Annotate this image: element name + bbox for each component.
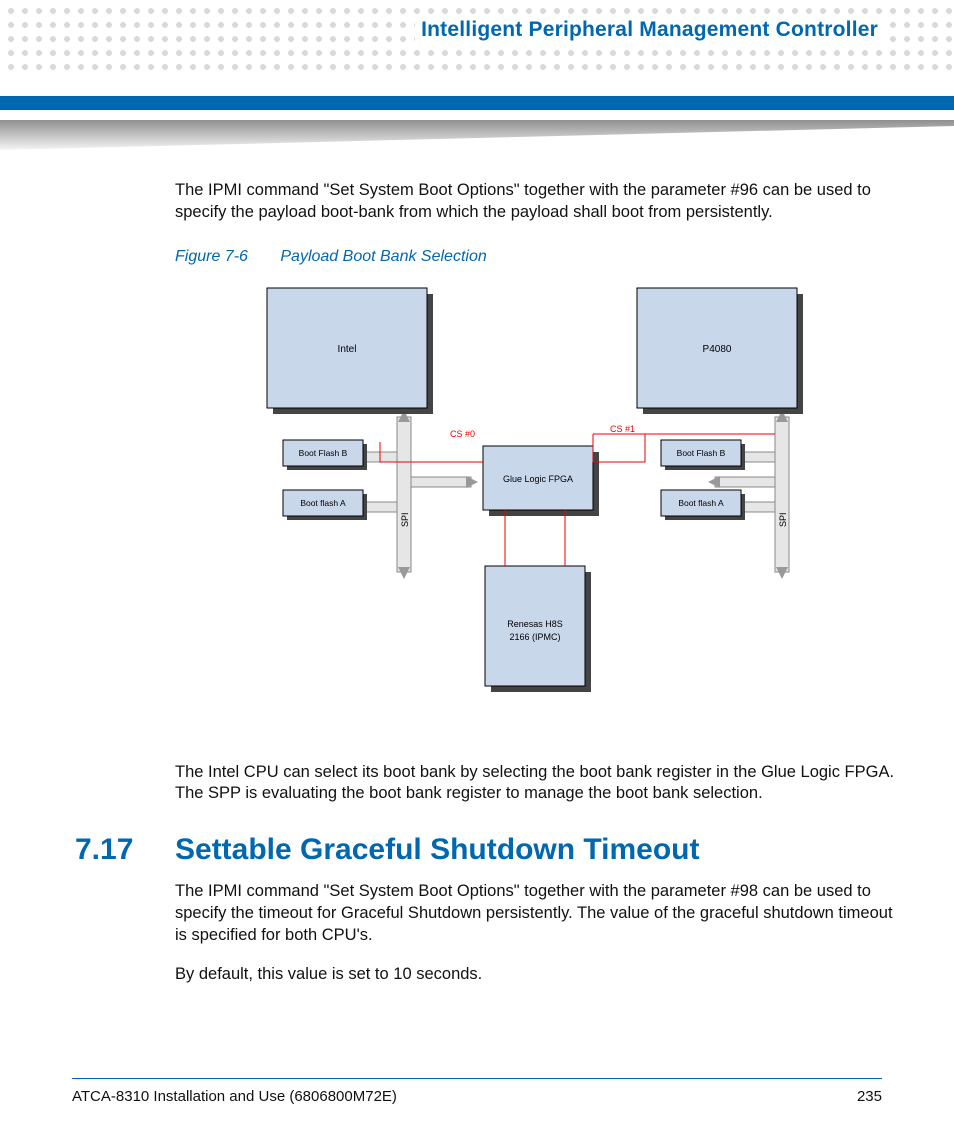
page-footer: ATCA-8310 Installation and Use (6806800M… bbox=[72, 1088, 882, 1105]
section-title: Settable Graceful Shutdown Timeout bbox=[175, 833, 700, 867]
boot-flash-b-right: Boot Flash B bbox=[677, 448, 726, 458]
paragraph: The IPMI command "Set System Boot Option… bbox=[175, 180, 895, 224]
boot-flash-b-left: Boot Flash B bbox=[299, 448, 348, 458]
glue-logic-label: Glue Logic FPGA bbox=[503, 474, 573, 484]
p4080-box-label: P4080 bbox=[703, 344, 732, 355]
cs0-label: CS #0 bbox=[450, 429, 475, 439]
renesas-label-1: Renesas H8S bbox=[507, 619, 563, 629]
header-wedge bbox=[0, 120, 954, 150]
paragraph: By default, this value is set to 10 seco… bbox=[175, 964, 895, 986]
figure-title: Payload Boot Bank Selection bbox=[280, 248, 486, 265]
header-dot-banner: Intelligent Peripheral Management Contro… bbox=[0, 0, 954, 78]
renesas-label-2: 2166 (IPMC) bbox=[509, 632, 560, 642]
chapter-title: Intelligent Peripheral Management Contro… bbox=[421, 18, 878, 41]
figure-number: Figure 7-6 bbox=[175, 248, 248, 265]
header-blue-bar bbox=[0, 96, 954, 110]
figure-caption: Figure 7-6 Payload Boot Bank Selection bbox=[175, 248, 895, 266]
cs1-label: CS #1 bbox=[610, 424, 635, 434]
footer-rule bbox=[72, 1078, 882, 1079]
figure-diagram: SPI SPI Intel P4080 Boot Flash B Boot fl… bbox=[245, 282, 825, 722]
footer-page-number: 235 bbox=[857, 1088, 882, 1105]
section-number: 7.17 bbox=[75, 833, 175, 867]
spi-label-left: SPI bbox=[400, 512, 410, 527]
spi-label-right: SPI bbox=[778, 512, 788, 527]
footer-doc-title: ATCA-8310 Installation and Use (6806800M… bbox=[72, 1088, 397, 1105]
boot-flash-a-right: Boot flash A bbox=[678, 498, 724, 508]
boot-flash-a-left: Boot flash A bbox=[300, 498, 346, 508]
intel-box-label: Intel bbox=[338, 344, 357, 355]
paragraph: The IPMI command "Set System Boot Option… bbox=[175, 881, 895, 946]
paragraph: The Intel CPU can select its boot bank b… bbox=[175, 762, 895, 806]
